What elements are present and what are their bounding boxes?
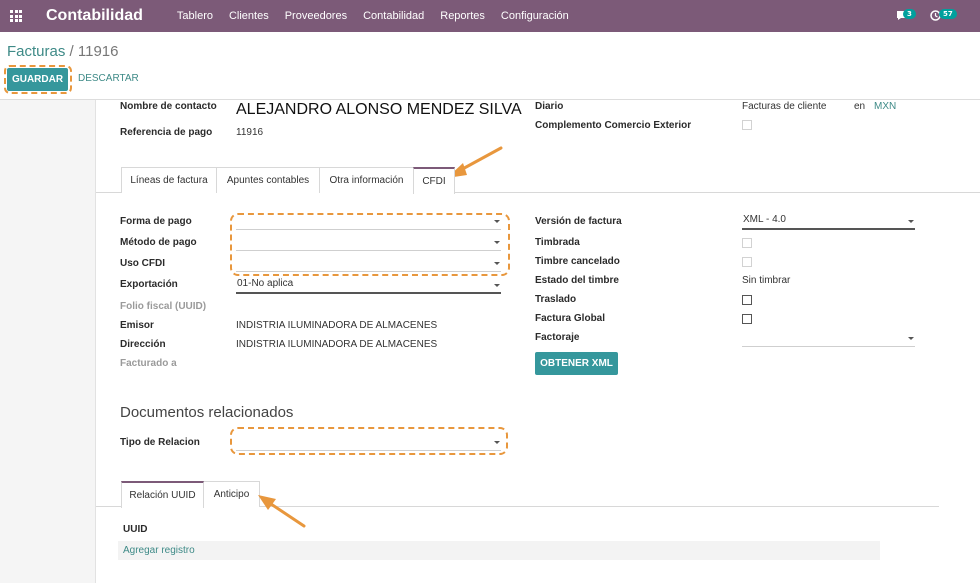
messages-icon[interactable]: 3	[896, 8, 918, 24]
contact-label: Nombre de contacto	[120, 101, 217, 112]
cfdi-use-label: Uso CFDI	[120, 258, 165, 269]
related-documents-title: Documentos relacionados	[120, 404, 294, 421]
breadcrumb-separator: /	[65, 43, 78, 60]
related-tabs: Relación UUID Anticipo	[96, 481, 939, 508]
breadcrumb-current: 11916	[77, 43, 119, 60]
save-button[interactable]: GUARDAR	[7, 68, 68, 91]
activities-clock-icon[interactable]: 57	[930, 8, 960, 24]
transfer-checkbox[interactable]	[742, 295, 752, 305]
invoice-version-value: XML - 4.0	[743, 214, 786, 225]
apps-menu-icon[interactable]	[2, 0, 30, 32]
payment-reference-label: Referencia de pago	[120, 127, 213, 138]
global-invoice-label: Factura Global	[535, 313, 606, 324]
menu-item-reportes[interactable]: Reportes	[432, 10, 493, 22]
tab-journal-items[interactable]: Apuntes contables	[216, 167, 320, 193]
tab-cfdi[interactable]: CFDI	[413, 167, 455, 194]
foreign-trade-checkbox[interactable]	[742, 120, 752, 130]
main-menu: Tablero Clientes Proveedores Contabilida…	[169, 10, 577, 22]
stamped-checkbox[interactable]	[742, 238, 752, 248]
global-invoice-checkbox[interactable]	[742, 314, 752, 324]
menu-item-clientes[interactable]: Clientes	[221, 10, 277, 22]
payment-fields-highlight-annotation	[230, 213, 510, 276]
factoring-select[interactable]	[742, 331, 915, 347]
stamped-label: Timbrada	[535, 237, 580, 248]
factoring-label: Factoraje	[535, 332, 580, 343]
invoice-tabs: Líneas de factura Apuntes contables Otra…	[96, 167, 980, 194]
issuer-value: INDISTRIA ILUMINADORA DE ALMACENES	[236, 320, 438, 331]
relation-type-highlight-annotation	[230, 427, 508, 455]
menu-item-contabilidad[interactable]: Contabilidad	[355, 10, 432, 22]
systray: 3 57	[896, 0, 960, 32]
breadcrumb: Facturas / 11916	[7, 43, 118, 60]
issuer-label: Emisor	[120, 320, 154, 331]
journal-label: Diario	[535, 101, 564, 112]
uuid-label: Folio fiscal (UUID)	[120, 301, 207, 312]
messages-badge: 3	[903, 9, 916, 19]
control-panel: Facturas / 11916 GUARDAR DESCARTAR	[0, 32, 980, 100]
export-value: 01-No aplica	[237, 278, 294, 289]
invoice-version-label: Versión de factura	[535, 216, 622, 227]
discard-button[interactable]: DESCARTAR	[78, 73, 139, 84]
contact-name[interactable]: ALEJANDRO ALONSO MENDEZ SILVA	[236, 101, 522, 119]
tab-invoice-lines[interactable]: Líneas de factura	[121, 167, 217, 193]
tab-relation-uuid[interactable]: Relación UUID	[121, 481, 204, 508]
export-select[interactable]: 01-No aplica	[236, 278, 501, 294]
activities-badge: 57	[939, 9, 957, 19]
currency-link[interactable]: MXN	[874, 101, 896, 112]
stamp-cancelled-label: Timbre cancelado	[535, 256, 620, 267]
top-navbar: Contabilidad Tablero Clientes Proveedore…	[0, 0, 980, 32]
journal-value[interactable]: Facturas de cliente	[742, 101, 827, 112]
tab-advance[interactable]: Anticipo	[203, 481, 260, 507]
foreign-trade-label: Complemento Comercio Exterior	[535, 120, 692, 131]
stamp-status-label: Estado del timbre	[535, 275, 619, 286]
export-label: Exportación	[120, 279, 178, 290]
relation-type-label: Tipo de Relacion	[120, 437, 200, 448]
transfer-label: Traslado	[535, 294, 577, 305]
app-brand[interactable]: Contabilidad	[46, 7, 143, 25]
menu-item-proveedores[interactable]: Proveedores	[277, 10, 355, 22]
menu-item-configuracion[interactable]: Configuración	[493, 10, 577, 22]
payment-form-label: Forma de pago	[120, 216, 192, 227]
add-record-link[interactable]: Agregar registro	[123, 545, 195, 556]
breadcrumb-parent-link[interactable]: Facturas	[7, 43, 65, 60]
payment-method-label: Método de pago	[120, 237, 197, 248]
get-xml-button[interactable]: OBTENER XML	[535, 352, 618, 375]
form-sheet: Nombre de contacto ALEJANDRO ALONSO MEND…	[95, 100, 980, 583]
billed-to-label: Facturado a	[120, 358, 177, 369]
currency-prefix: en	[854, 101, 866, 112]
tab-other-info[interactable]: Otra información	[319, 167, 414, 193]
stamp-cancelled-checkbox[interactable]	[742, 257, 752, 267]
stamp-status-value: Sin timbrar	[742, 275, 791, 286]
menu-item-tablero[interactable]: Tablero	[169, 10, 221, 22]
arrow-annotation-advance	[258, 495, 306, 528]
payment-reference-value: 11916	[236, 127, 264, 138]
address-label: Dirección	[120, 339, 166, 350]
uuid-column-header: UUID	[123, 524, 148, 535]
uuid-table-add-row	[118, 541, 880, 560]
invoice-version-select[interactable]: XML - 4.0	[742, 214, 915, 230]
address-value: INDISTRIA ILUMINADORA DE ALMACENES	[236, 339, 438, 350]
